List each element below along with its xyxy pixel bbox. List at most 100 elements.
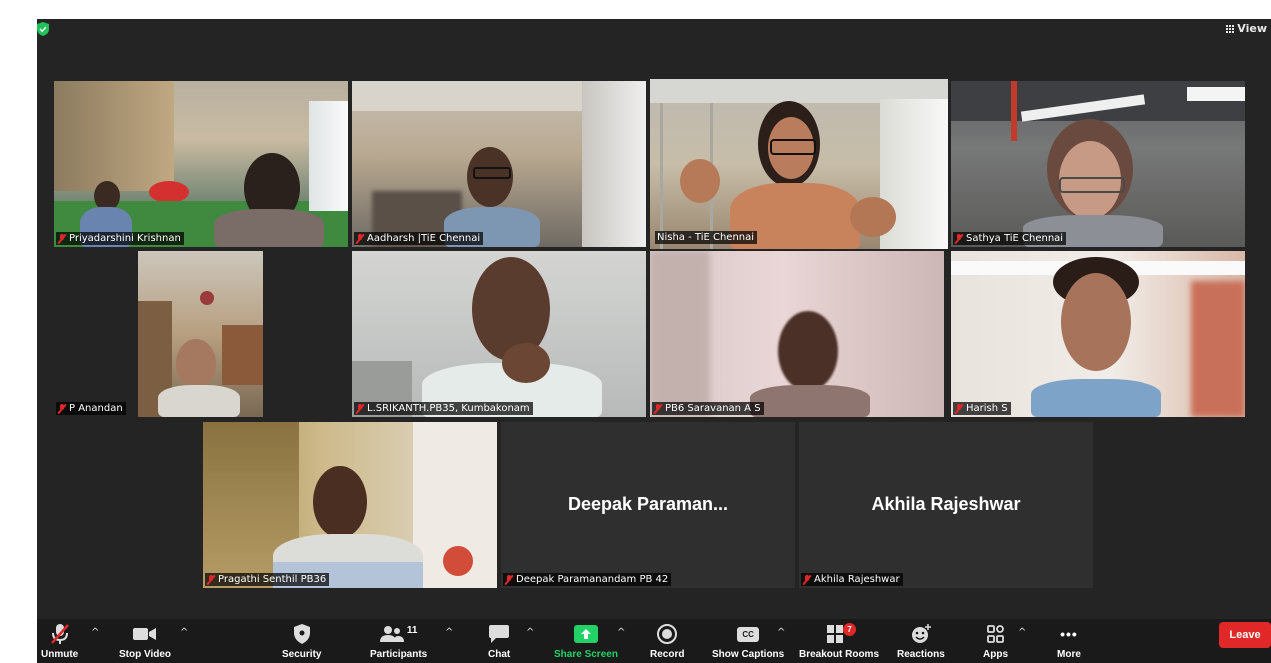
muted-mic-icon [206, 574, 216, 585]
zoom-meeting-window: View Priyadarshini Krishnan Aadharsh |Ti… [37, 19, 1271, 663]
participant-display-name: Akhila Rajeshwar [871, 494, 1021, 514]
video-tile-akhila-rajeshwar[interactable]: Akhila Rajeshwar Akhila Rajeshwar [799, 422, 1093, 588]
muted-mic-icon [653, 403, 663, 414]
chat-label: Chat [488, 649, 511, 660]
participant-video [650, 79, 948, 249]
video-camera-icon [133, 628, 157, 640]
apps-icon [986, 625, 1004, 643]
participant-name-tag: L.SRIKANTH.PB35, Kumbakonam [354, 402, 533, 415]
video-tile-pb6-saravanan[interactable]: PB6 Saravanan A S [650, 251, 944, 417]
participant-name: Pragathi Senthil PB36 [218, 574, 327, 585]
apps-options-caret-icon[interactable]: ^ [1018, 627, 1026, 638]
share-options-caret-icon[interactable]: ^ [617, 627, 625, 638]
apps-button[interactable]: Apps [983, 623, 1008, 660]
participants-people-icon [379, 626, 404, 642]
participant-video [54, 81, 348, 247]
breakout-rooms-badge: 7 [843, 623, 856, 636]
share-screen-label: Share Screen [554, 649, 618, 660]
participant-name: Nisha - TiE Chennai [657, 232, 755, 243]
leave-button[interactable]: Leave [1219, 622, 1271, 648]
security-button[interactable]: Security [282, 623, 321, 660]
participants-count: 11 [406, 624, 418, 636]
breakout-rooms-button[interactable]: 7 Breakout Rooms [799, 623, 879, 660]
video-tile-pragathi-senthil[interactable]: Pragathi Senthil PB36 [203, 422, 497, 588]
muted-mic-icon [504, 574, 514, 585]
more-dots-icon: ••• [1060, 626, 1078, 642]
more-button[interactable]: ••• More [1057, 623, 1081, 660]
chat-button[interactable]: Chat [488, 623, 510, 660]
participant-name: Priyadarshini Krishnan [69, 233, 181, 244]
chat-bubble-icon [489, 625, 510, 643]
participant-name-tag: Pragathi Senthil PB36 [205, 573, 330, 586]
participant-name-tag: Akhila Rajeshwar [801, 573, 903, 586]
video-tile-nisha-active-speaker[interactable]: Nisha - TiE Chennai [650, 79, 948, 249]
participant-name-tag: Sathya TiE Chennai [953, 232, 1067, 245]
muted-mic-icon [954, 233, 964, 244]
participant-name: Sathya TiE Chennai [966, 233, 1064, 244]
video-tile-aadharsh[interactable]: Aadharsh |TiE Chennai [352, 81, 646, 247]
share-screen-button[interactable]: Share Screen [554, 623, 618, 660]
participant-name-tag: Harish S [953, 402, 1011, 415]
muted-mic-icon [57, 403, 67, 414]
share-screen-arrow-icon [573, 625, 598, 643]
video-tile-sathya[interactable]: Sathya TiE Chennai [951, 81, 1245, 247]
participant-name-tag: Deepak Paramanandam PB 42 [503, 573, 672, 586]
participant-video [138, 251, 263, 417]
participant-name: P Anandan [69, 403, 123, 414]
audio-options-caret-icon[interactable]: ^ [91, 627, 99, 638]
record-circle-icon [657, 624, 678, 644]
participant-name: Aadharsh |TiE Chennai [367, 233, 481, 244]
security-shield-icon [293, 624, 310, 644]
closed-captions-icon: CC [737, 626, 760, 642]
chat-options-caret-icon[interactable]: ^ [526, 627, 534, 638]
more-label: More [1057, 649, 1081, 660]
encryption-shield-icon[interactable] [37, 22, 49, 36]
video-tile-deepak-paramanandam[interactable]: Deepak Paraman... Deepak Paramanandam PB… [501, 422, 795, 588]
breakout-rooms-label: Breakout Rooms [799, 649, 880, 660]
participant-name-tag: Aadharsh |TiE Chennai [354, 232, 484, 245]
stop-video-button[interactable]: Stop Video [119, 623, 171, 660]
participant-name: L.SRIKANTH.PB35, Kumbakonam [367, 403, 530, 414]
participant-name: Harish S [966, 403, 1008, 414]
show-captions-button[interactable]: CC Show Captions [712, 623, 784, 660]
view-button[interactable]: View [1226, 22, 1267, 35]
unmute-button[interactable]: Unmute [41, 623, 78, 660]
video-tile-p-anandan[interactable]: P Anandan [54, 251, 348, 417]
participant-name-tag: P Anandan [56, 402, 126, 415]
record-button[interactable]: Record [650, 623, 684, 660]
video-tile-l-srikanth[interactable]: L.SRIKANTH.PB35, Kumbakonam [352, 251, 646, 417]
reactions-button[interactable]: Reactions [897, 623, 945, 660]
video-options-caret-icon[interactable]: ^ [180, 627, 188, 638]
participant-video [951, 81, 1245, 247]
muted-mic-icon [954, 403, 964, 414]
security-label: Security [282, 649, 322, 660]
participant-display-name: Deepak Paraman... [567, 494, 729, 514]
participant-video [352, 251, 646, 417]
participants-options-caret-icon[interactable]: ^ [445, 627, 453, 638]
participant-name: Akhila Rajeshwar [814, 574, 900, 585]
participant-video [951, 251, 1245, 417]
unmute-label: Unmute [41, 649, 79, 660]
muted-mic-icon [802, 574, 812, 585]
participants-button[interactable]: 11 Participants [370, 623, 428, 661]
participant-name-tag: PB6 Saravanan A S [652, 402, 764, 415]
participant-video [203, 422, 497, 588]
apps-label: Apps [983, 649, 1008, 660]
video-tile-harish[interactable]: Harish S [951, 251, 1245, 417]
muted-mic-icon [57, 233, 67, 244]
video-tile-priyadarshini[interactable]: Priyadarshini Krishnan [54, 81, 348, 247]
captions-options-caret-icon[interactable]: ^ [777, 627, 785, 638]
participant-name: PB6 Saravanan A S [665, 403, 761, 414]
reactions-smiley-icon [911, 624, 931, 643]
reactions-label: Reactions [897, 649, 945, 660]
muted-mic-icon [355, 233, 365, 244]
muted-microphone-icon [50, 624, 69, 644]
meeting-toolbar: Unmute ^ Stop Video ^ Security 11 Partic… [37, 619, 1271, 663]
participant-video [352, 81, 646, 247]
stop-video-label: Stop Video [119, 649, 172, 660]
participant-video [650, 251, 944, 417]
record-label: Record [650, 649, 685, 660]
participants-label: Participants [370, 649, 428, 660]
participant-name-tag: Priyadarshini Krishnan [56, 232, 184, 245]
participant-name: Deepak Paramanandam PB 42 [516, 574, 669, 585]
